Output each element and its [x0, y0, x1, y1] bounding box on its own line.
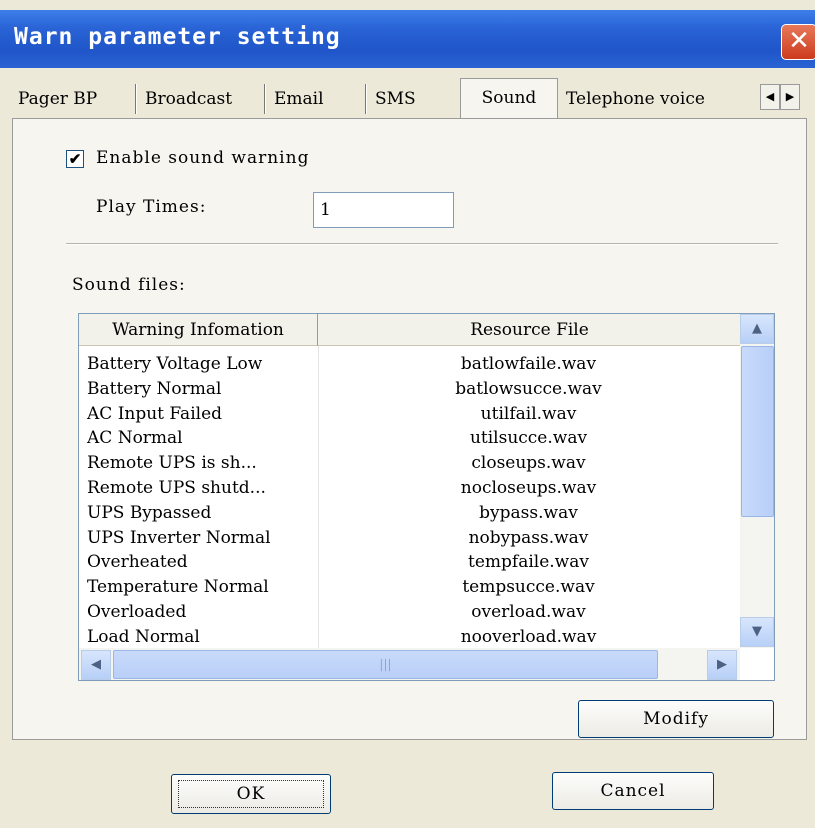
tab-scroll-left-button[interactable]: ◀ [760, 84, 780, 110]
table-row[interactable]: Battery Normal batlowsucce.wav [79, 376, 739, 402]
tab-email[interactable]: Email [268, 80, 330, 118]
sound-files-list[interactable]: Warning Infomation Resource File Battery… [78, 313, 775, 681]
warning-info-cell: Load Normal [87, 626, 200, 647]
tab-divider [264, 84, 265, 114]
grip-icon: ||| [379, 657, 392, 671]
table-row[interactable]: Battery Voltage Low batlowfaile.wav [79, 351, 739, 377]
arrow-left-icon: ◀ [765, 90, 775, 103]
resource-file-cell: utilfail.wav [480, 403, 577, 424]
warning-info-cell: Battery Voltage Low [87, 354, 263, 374]
warn-parameter-dialog: Warn parameter setting ✕ Pager BP Broadc… [0, 0, 815, 828]
warning-info-cell: Remote UPS shutd... [87, 478, 266, 498]
play-times-label: Play Times: [96, 197, 207, 217]
close-button[interactable]: ✕ [781, 24, 815, 60]
warning-info-cell: Battery Normal [87, 378, 222, 399]
tab-pager-bp[interactable]: Pager BP [12, 80, 103, 118]
chevron-up-icon: ▲ [752, 321, 762, 336]
warning-info-cell: Overloaded [87, 602, 187, 622]
enable-sound-checkbox[interactable]: ✔ [66, 150, 84, 168]
title-bar[interactable]: Warn parameter setting ✕ [0, 10, 815, 68]
table-row[interactable]: Overloaded overload.wav [79, 599, 739, 625]
warning-info-cell: Overheated [87, 552, 188, 573]
table-row[interactable]: AC Normal utilsucce.wav [79, 425, 739, 451]
sound-files-label: Sound files: [72, 275, 186, 295]
warning-info-cell: UPS Inverter Normal [87, 527, 271, 548]
resource-file-cell: batlowsucce.wav [455, 378, 602, 399]
table-row[interactable]: Remote UPS shutd... nocloseups.wav [79, 475, 739, 501]
warning-info-cell: Temperature Normal [87, 577, 269, 598]
cancel-button[interactable]: Cancel [552, 772, 714, 810]
scroll-up-button[interactable]: ▲ [740, 314, 774, 344]
warning-info-cell: UPS Bypassed [87, 502, 212, 523]
tab-telephone-voice[interactable]: Telephone voice [560, 80, 711, 118]
chevron-right-icon: ▶ [717, 657, 727, 672]
tab-sound[interactable]: Sound [460, 78, 558, 118]
tab-divider [365, 84, 366, 114]
resource-file-cell: utilsucce.wav [469, 428, 588, 449]
resource-file-cell: tempsucce.wav [462, 577, 595, 598]
chevron-down-icon: ▼ [752, 624, 762, 639]
resource-file-cell: nocloseups.wav [460, 478, 597, 498]
resource-file-cell: batlowfaile.wav [460, 354, 597, 374]
enable-sound-label[interactable]: Enable sound warning [96, 148, 309, 168]
resource-file-cell: nooverload.wav [460, 626, 597, 647]
scroll-right-button[interactable]: ▶ [707, 650, 737, 680]
table-row[interactable]: AC Input Failed utilfail.wav [79, 401, 739, 427]
modify-button[interactable]: Modify [578, 700, 774, 738]
section-divider [66, 243, 778, 244]
resource-file-cell: overload.wav [471, 602, 586, 622]
tab-sms[interactable]: SMS [369, 80, 422, 118]
tab-broadcast[interactable]: Broadcast [139, 80, 238, 118]
warning-info-cell: AC Normal [87, 428, 183, 449]
resource-file-cell: nobypass.wav [468, 527, 589, 548]
checkmark-icon: ✔ [68, 150, 82, 168]
warning-info-cell: Remote UPS is sh... [87, 453, 257, 474]
table-row[interactable]: Load Normal nooverload.wav [79, 624, 739, 650]
scroll-down-button[interactable]: ▼ [740, 617, 774, 647]
scroll-left-button[interactable]: ◀ [81, 650, 111, 680]
ok-button-label: OK [178, 780, 324, 808]
play-times-input[interactable] [313, 192, 454, 228]
horizontal-scroll-thumb[interactable]: ||| [113, 650, 658, 679]
column-header-resource-file[interactable]: Resource File [318, 314, 741, 346]
table-row[interactable]: Temperature Normal tempsucce.wav [79, 574, 739, 600]
resource-file-cell: bypass.wav [479, 502, 578, 523]
table-row[interactable]: Overheated tempfaile.wav [79, 549, 739, 575]
table-row[interactable]: Remote UPS is sh... closeups.wav [79, 450, 739, 476]
table-row[interactable]: UPS Inverter Normal nobypass.wav [79, 525, 739, 551]
tab-divider [135, 84, 136, 114]
ok-button[interactable]: OK [171, 774, 331, 814]
tab-scroll-right-button[interactable]: ▶ [780, 84, 800, 110]
window-title: Warn parameter setting [14, 24, 341, 50]
vertical-scroll-thumb[interactable] [741, 346, 774, 517]
warning-info-cell: AC Input Failed [87, 403, 223, 424]
chevron-left-icon: ◀ [91, 657, 101, 672]
vertical-scrollbar[interactable]: ▲ ▼ [740, 314, 774, 648]
table-row[interactable]: UPS Bypassed bypass.wav [79, 500, 739, 526]
column-header-warning-info[interactable]: Warning Infomation [79, 314, 318, 346]
arrow-right-icon: ▶ [785, 90, 795, 103]
horizontal-scrollbar[interactable]: ◀ ||| ▶ [79, 648, 740, 680]
resource-file-cell: tempfaile.wav [468, 552, 589, 573]
resource-file-cell: closeups.wav [471, 453, 586, 474]
close-icon: ✕ [788, 26, 810, 56]
tab-strip: Pager BP Broadcast Email SMS Sound Telep… [12, 78, 812, 118]
